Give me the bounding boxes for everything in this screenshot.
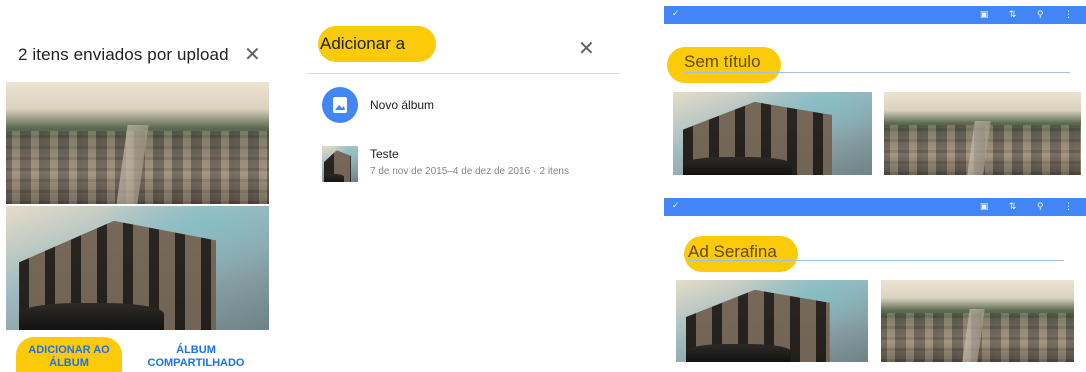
album-thumbnail [322, 146, 358, 182]
album-meta: 7 de nov de 2015–4 de dez de 2016 · 2 iten… [370, 166, 569, 177]
toolbar-icons[interactable]: ▣ ⇅ ⚲ ⋮ [980, 9, 1082, 20]
shared-album-label-line1: ÁLBUM [176, 344, 216, 356]
add-to-album-label-line2: ÁLBUM [49, 357, 89, 369]
close-icon[interactable]: ✕ [578, 39, 595, 59]
upload-panel-title: 2 itens enviados por upload [18, 45, 229, 64]
uploaded-photo-building[interactable] [6, 206, 269, 330]
album-photo-city[interactable] [881, 280, 1074, 362]
album-toolbar: ✓ ▣ ⇅ ⚲ ⋮ [664, 6, 1086, 24]
album-photo-building[interactable] [673, 92, 872, 175]
album-toolbar: ✓ ▣ ⇅ ⚲ ⋮ [664, 198, 1086, 216]
add-to-album-label-line1: ADICIONAR AO [28, 344, 110, 356]
divider [306, 73, 620, 74]
check-icon[interactable]: ✓ [672, 200, 680, 211]
add-to-album-button[interactable]: ADICIONAR AO ÁLBUM [16, 337, 122, 372]
album-count: 2 itens [539, 166, 569, 177]
album-dates: 7 de nov de 2015–4 de dez de 2016 [370, 166, 531, 177]
album-name: Teste [370, 147, 399, 161]
shared-album-label-line2: COMPARTILHADO [147, 357, 245, 369]
album-meta-separator: · [533, 166, 537, 177]
album-photo-building[interactable] [676, 280, 868, 362]
title-underline [688, 260, 1064, 261]
close-icon[interactable]: ✕ [244, 45, 261, 65]
shared-album-button[interactable]: ÁLBUM COMPARTILHADO [142, 344, 250, 370]
new-album-icon [322, 87, 358, 123]
title-underline [684, 72, 1070, 73]
uploaded-photo-city[interactable] [6, 82, 269, 204]
new-album-label: Novo álbum [370, 98, 435, 112]
album-title[interactable]: Ad Serafina [688, 242, 777, 262]
toolbar-icons[interactable]: ▣ ⇅ ⚲ ⋮ [980, 201, 1082, 212]
album-photo-city[interactable] [884, 92, 1081, 175]
album-title[interactable]: Sem título [684, 52, 761, 72]
add-to-title: Adicionar a [318, 26, 436, 62]
check-icon[interactable]: ✓ [672, 8, 680, 19]
